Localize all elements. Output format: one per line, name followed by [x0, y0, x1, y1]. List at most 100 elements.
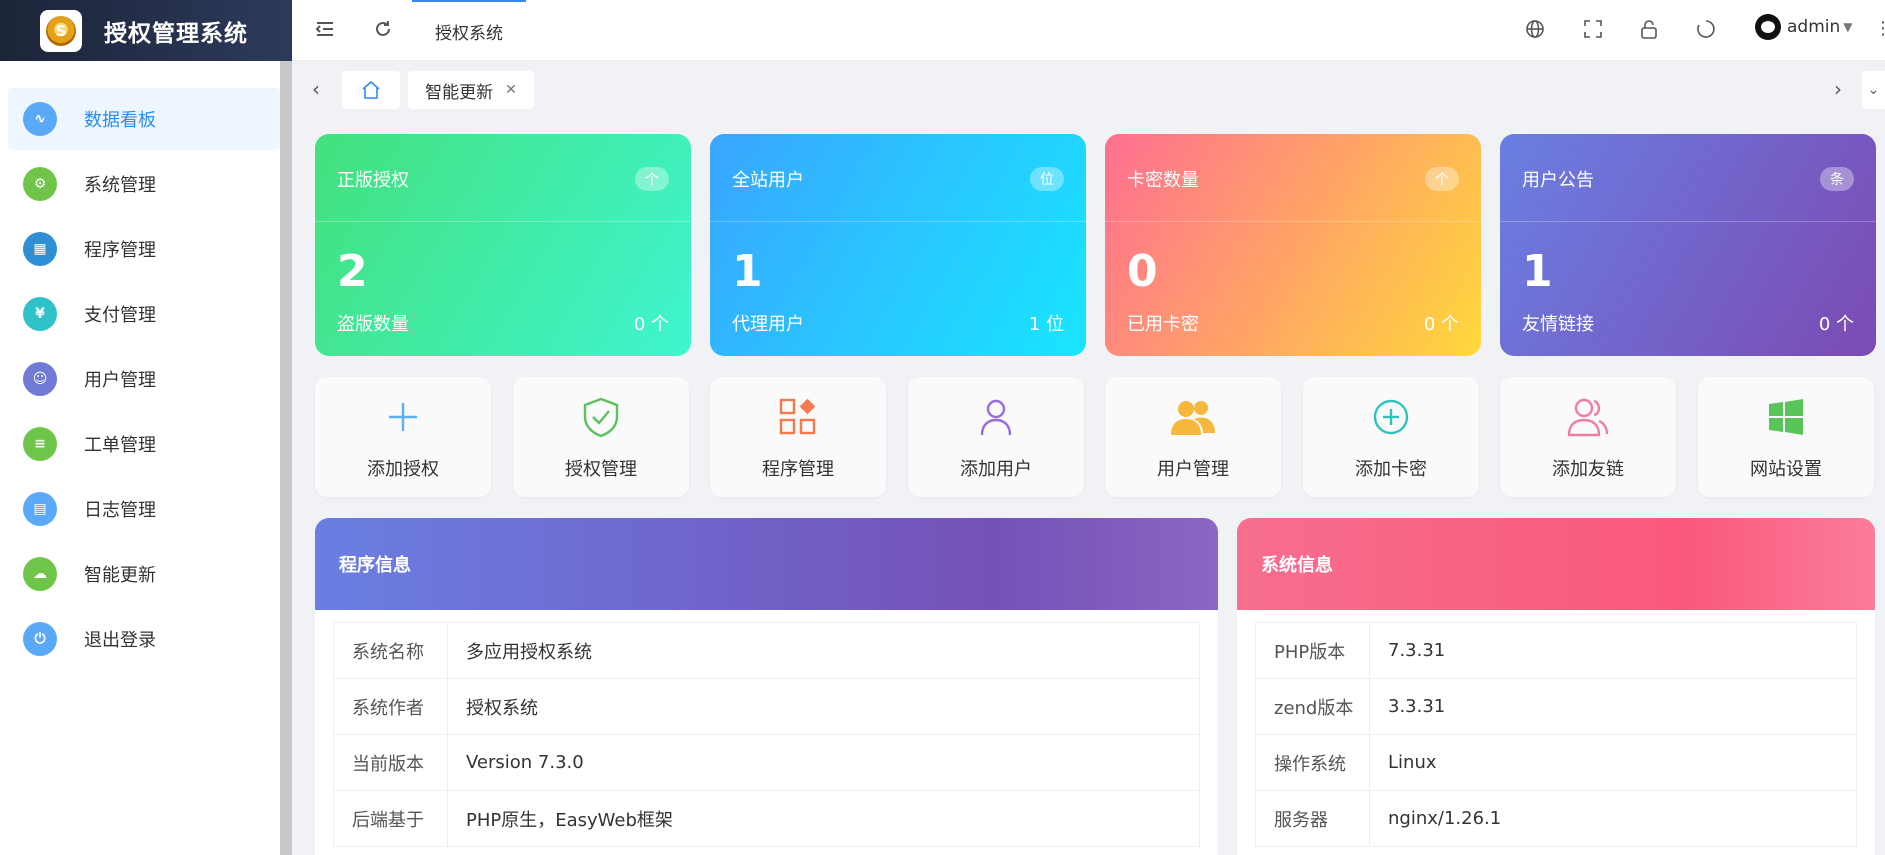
tab-home[interactable] [342, 71, 400, 109]
divider [710, 221, 1086, 222]
quick-action-button[interactable]: 添加授权 [315, 377, 491, 497]
tab-smart-update[interactable]: 智能更新 ✕ [408, 71, 534, 109]
info-key: PHP版本 [1255, 622, 1370, 679]
sidebar-item[interactable]: ⚙ 系统管理 [8, 153, 280, 215]
table-row: 服务器 nginx/1.26.1 [1255, 790, 1857, 847]
plus-circle-icon [1303, 395, 1479, 439]
table-row: PHP版本 7.3.31 [1255, 622, 1857, 679]
menu-fold-icon[interactable] [312, 16, 338, 42]
sidebar-item[interactable]: ☺ 用户管理 [8, 348, 280, 410]
more-icon[interactable]: ⋮ [1874, 18, 1885, 39]
chevron-down-icon: ⌄ [1867, 82, 1880, 98]
sidebar: ∿ 数据看板 ⚙ 系统管理 ▦ 程序管理 ¥ 支付管理 ☺ 用户管理 ≡ 工单管理 ▤ 日志管理 ☁ 智能更新… [0, 61, 292, 855]
sidebar-item[interactable]: ¥ 支付管理 [8, 283, 280, 345]
info-value: Version 7.3.0 [447, 734, 1200, 791]
stat-foot-value: 1 位 [1028, 314, 1064, 335]
divider [1500, 221, 1876, 222]
close-icon[interactable]: ✕ [505, 82, 517, 98]
stat-badge: 条 [1820, 167, 1854, 191]
stat-badge: 位 [1030, 167, 1064, 191]
quick-action-button[interactable]: 授权管理 [513, 377, 689, 497]
sidebar-item-label: 日志管理 [84, 500, 156, 521]
quick-action-label: 添加卡密 [1355, 459, 1427, 480]
stat-foot-label: 友情链接 [1522, 314, 1594, 335]
sidebar-item-label: 智能更新 [84, 565, 156, 586]
info-value: nginx/1.26.1 [1369, 790, 1857, 847]
info-key: 当前版本 [333, 734, 448, 791]
quick-action-label: 用户管理 [1157, 459, 1229, 480]
info-value: 多应用授权系统 [447, 622, 1200, 679]
tab-current-system[interactable]: 授权系统 [412, 0, 526, 61]
plus-icon [315, 395, 491, 439]
stat-foot-value: 0 个 [633, 314, 669, 335]
quick-action-button[interactable]: 添加友链 [1500, 377, 1676, 497]
home-icon [362, 80, 380, 99]
refresh-icon[interactable] [370, 16, 396, 42]
reload-icon[interactable] [1693, 16, 1719, 42]
stat-title: 正版授权 [337, 170, 409, 191]
stat-value: 1 [1522, 246, 1553, 297]
logo-emblem: S [46, 15, 76, 46]
pulse-icon: ∿ [23, 102, 57, 136]
system-info-title: 系统信息 [1237, 518, 1875, 610]
sidebar-item-label: 系统管理 [84, 175, 156, 196]
stat-foot-label: 代理用户 [732, 314, 804, 335]
tab-dropdown[interactable]: ⌄ [1862, 71, 1885, 109]
info-value: 7.3.31 [1369, 622, 1857, 679]
stat-foot-value: 0 个 [1423, 314, 1459, 335]
apps-icon: ▦ [23, 232, 57, 266]
chevron-right-icon[interactable]: › [1826, 77, 1850, 101]
table-row: 当前版本 Version 7.3.0 [333, 734, 1200, 791]
logo: S [40, 9, 82, 52]
logo-area: S 授权管理系统 [0, 0, 292, 61]
sidebar-item[interactable]: ∿ 数据看板 [8, 88, 280, 150]
sidebar-item-label: 支付管理 [84, 305, 156, 326]
fullscreen-icon[interactable] [1580, 16, 1606, 42]
table-row: 操作系统 Linux [1255, 734, 1857, 791]
users-icon: ☺ [23, 362, 57, 396]
clipboard-icon: ≡ [23, 427, 57, 461]
quick-action-button[interactable]: 程序管理 [710, 377, 886, 497]
quick-action-button[interactable]: 网站设置 [1698, 377, 1874, 497]
chevron-left-icon[interactable]: ‹ [304, 77, 328, 101]
program-info-table: 系统名称 多应用授权系统 系统作者 授权系统 当前版本 Version 7.3.0 后端基于… [333, 622, 1200, 847]
quick-action-label: 添加友链 [1552, 459, 1624, 480]
windows-icon [1698, 395, 1874, 439]
apps-icon [710, 395, 886, 439]
quick-action-button[interactable]: 用户管理 [1105, 377, 1281, 497]
lock-icon[interactable] [1636, 16, 1662, 42]
info-key: 系统名称 [333, 622, 448, 679]
stat-value: 1 [732, 246, 763, 297]
info-key: zend版本 [1255, 678, 1370, 735]
sidebar-item[interactable]: ▦ 程序管理 [8, 218, 280, 280]
stat-card: 用户公告 条 1 友情链接 0 个 [1500, 134, 1876, 356]
user-menu[interactable]: admin ▼ [1755, 14, 1853, 40]
quick-action-button[interactable]: 添加卡密 [1303, 377, 1479, 497]
stat-value: 2 [337, 246, 368, 297]
shield-check-icon [513, 395, 689, 439]
avatar [1755, 14, 1781, 40]
info-key: 系统作者 [333, 678, 448, 735]
sidebar-item[interactable]: ▤ 日志管理 [8, 478, 280, 540]
quick-action-label: 授权管理 [565, 459, 637, 480]
sidebar-scrollbar[interactable] [280, 61, 292, 855]
tab-bar: ‹ 智能更新 ✕ › ⌄ [292, 61, 1885, 119]
divider [315, 221, 691, 222]
sidebar-item[interactable]: ⏻ 退出登录 [8, 608, 280, 670]
system-info-table: PHP版本 7.3.31 zend版本 3.3.31 操作系统 Linux 服务器 nginx… [1255, 622, 1857, 847]
info-value: PHP原生，EasyWeb框架 [447, 790, 1200, 847]
stat-card: 全站用户 位 1 代理用户 1 位 [710, 134, 1086, 356]
quick-action-button[interactable]: 添加用户 [908, 377, 1084, 497]
stat-title: 用户公告 [1522, 170, 1594, 191]
sidebar-item-label: 工单管理 [84, 435, 156, 456]
system-info-panel: 系统信息 PHP版本 7.3.31 zend版本 3.3.31 操作系统 Linux 服务器… [1237, 518, 1875, 855]
divider [1105, 221, 1481, 222]
stat-foot-label: 已用卡密 [1127, 314, 1199, 335]
chevron-down-icon: ▼ [1843, 20, 1853, 34]
sidebar-item[interactable]: ≡ 工单管理 [8, 413, 280, 475]
sidebar-item[interactable]: ☁ 智能更新 [8, 543, 280, 605]
user-group-icon [1500, 395, 1676, 439]
globe-icon[interactable] [1522, 16, 1548, 42]
quick-action-label: 网站设置 [1750, 459, 1822, 480]
cloud-upload-icon: ☁ [23, 557, 57, 591]
